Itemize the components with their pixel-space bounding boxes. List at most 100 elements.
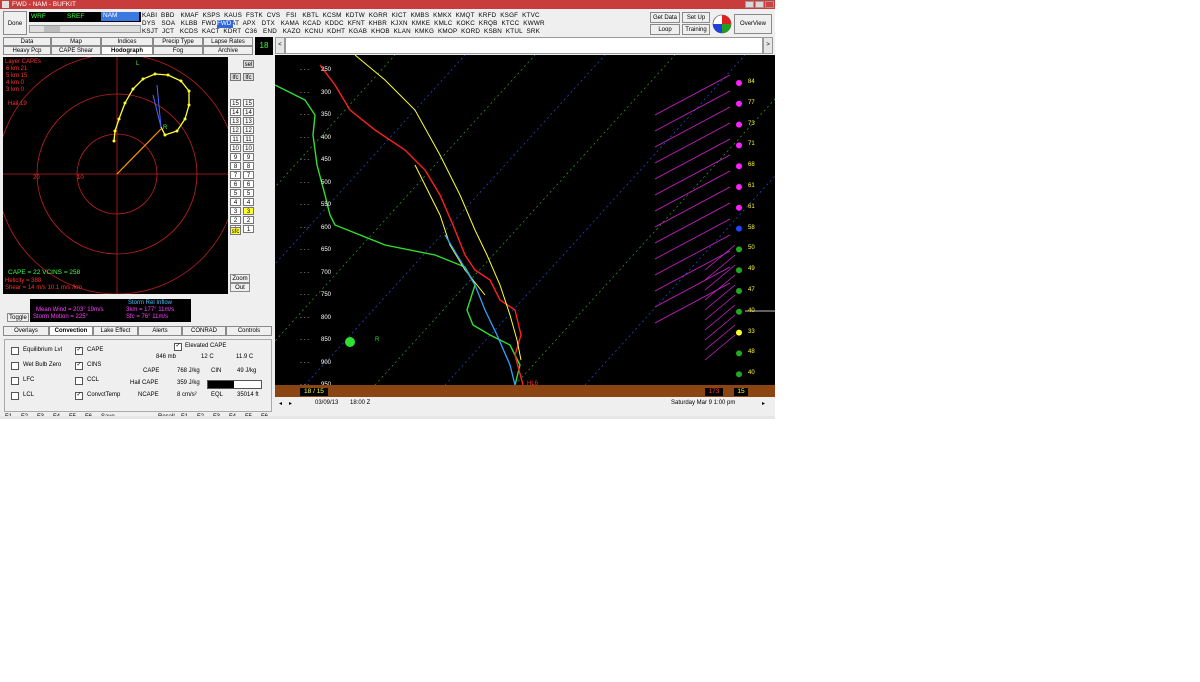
level-left-9[interactable]: 9 <box>230 153 241 161</box>
level-left-15[interactable]: 15 <box>230 99 241 107</box>
level-right-5[interactable]: 5 <box>243 189 254 197</box>
model-scrollbar[interactable] <box>29 25 141 33</box>
level-right-9[interactable]: 9 <box>243 153 254 161</box>
level-right-6[interactable]: 6 <box>243 180 254 188</box>
tab-indices[interactable]: Indices <box>101 37 153 46</box>
convct-temp-checkbox[interactable]: ✓ <box>75 392 83 400</box>
cins-checkbox[interactable]: ✓ <box>75 362 83 370</box>
cape-dot <box>736 100 742 107</box>
tab-alerts[interactable]: Alerts <box>138 326 182 336</box>
pressure-label: 450 <box>321 157 332 163</box>
level-right-2[interactable]: 2 <box>243 216 254 224</box>
ccl-label: CCL <box>87 377 100 383</box>
cape-checkbox[interactable]: ✓ <box>75 347 83 355</box>
tab-lake-effect[interactable]: Lake Effect <box>93 326 138 336</box>
level-sfc[interactable]: sfc <box>230 227 241 235</box>
level-right-14[interactable]: 14 <box>243 108 254 116</box>
level-left-6[interactable]: 6 <box>230 180 241 188</box>
step-forward-icon[interactable]: ▸ <box>289 400 292 407</box>
model-wrf[interactable]: WRF <box>31 13 46 20</box>
pressure-label: 500 <box>321 179 332 186</box>
lcl-checkbox[interactable] <box>11 392 19 400</box>
level-right-4[interactable]: 4 <box>243 198 254 206</box>
get-data-button[interactable]: Get Data <box>650 12 680 23</box>
level-left-11[interactable]: 11 <box>230 135 241 143</box>
level-right-7[interactable]: 7 <box>243 171 254 179</box>
time-scrollbar[interactable] <box>285 37 763 54</box>
setup-button[interactable]: Set Up <box>682 12 710 23</box>
loop-button[interactable]: Loop <box>650 24 680 35</box>
time-scroll-left-icon[interactable]: < <box>275 37 285 54</box>
level-left-13[interactable]: 13 <box>230 117 241 125</box>
zoom-out-button[interactable]: Out <box>230 283 250 292</box>
level-right-11[interactable]: 11 <box>243 135 254 143</box>
level-right-13[interactable]: 13 <box>243 117 254 125</box>
equilibrium-lvl-checkbox[interactable] <box>11 347 19 355</box>
tab-conrad[interactable]: CONRAD <box>182 326 226 336</box>
level-left-8[interactable]: 8 <box>230 162 241 170</box>
tab-overlays[interactable]: Overlays <box>3 326 49 336</box>
lfc-checkbox[interactable] <box>11 377 19 385</box>
selected-station[interactable]: FWD <box>217 20 233 28</box>
scroll-right-icon[interactable]: ▸ <box>762 400 765 407</box>
level-right-3[interactable]: 3 <box>243 207 254 215</box>
station-row-3[interactable]: KSJT JCT KCDS KACT KDRT C36 END KAZO KCN… <box>142 28 540 36</box>
sel-button[interactable]: sel <box>243 60 254 68</box>
tab-data[interactable]: Data <box>3 37 51 46</box>
minimize-button[interactable] <box>745 1 754 8</box>
level-right-8[interactable]: 8 <box>243 162 254 170</box>
scrollbar-thumb[interactable] <box>44 26 60 32</box>
hail-cape-bar <box>207 380 262 389</box>
tab-archive[interactable]: Archive <box>203 46 253 55</box>
tab-lapse-rates[interactable]: Lapse Rates <box>203 37 253 46</box>
model-sref[interactable]: SREF <box>67 13 84 20</box>
wet-bulb-zero-checkbox[interactable] <box>11 362 19 370</box>
level-left-14[interactable]: 14 <box>230 108 241 116</box>
level-left-12[interactable]: 12 <box>230 126 241 134</box>
window-title: FWD - NAM - BUFKIT <box>12 1 76 8</box>
cape-column-value: 84 <box>748 79 755 85</box>
done-button[interactable]: Done <box>3 11 27 35</box>
level-left-7[interactable]: 7 <box>230 171 241 179</box>
tab-map[interactable]: Map <box>51 37 101 46</box>
pressure-tick: - - - <box>300 112 310 118</box>
level-left-2[interactable]: 2 <box>230 216 241 224</box>
shear: Shear = 14 m/s 10.1 m/s /km <box>5 285 82 291</box>
tab-fog[interactable]: Fog <box>153 46 203 55</box>
tab-cape-shear[interactable]: CAPE Shear <box>51 46 101 55</box>
model-nam[interactable]: NAM <box>101 12 139 21</box>
level-left-10[interactable]: 10 <box>230 144 241 152</box>
close-button[interactable] <box>765 1 774 8</box>
level-right-10[interactable]: 10 <box>243 144 254 152</box>
overview-button[interactable]: OverView <box>734 14 772 34</box>
eql-stat-label: EQL <box>211 392 224 398</box>
pressure-tick: - - - <box>300 179 310 186</box>
level-left-3[interactable]: 3 <box>230 207 241 215</box>
maximize-button[interactable] <box>755 1 764 8</box>
level-left-5[interactable]: 5 <box>230 189 241 197</box>
parcel-line <box>354 55 522 361</box>
cape-column-value: 61 <box>748 183 755 189</box>
hodograph-panel[interactable]: Layer CAPEs 6 km 21 5 km 15 4 km 0 3 km … <box>3 57 228 294</box>
tab-convection[interactable]: Convection <box>49 326 93 336</box>
level-right-1[interactable]: 1 <box>243 225 254 233</box>
station-row-2[interactable]: DYS SOA KLBB FWD KSAT APX DTX KAMA KCAD … <box>142 20 545 28</box>
time-scroll-right-icon[interactable]: > <box>763 37 773 54</box>
step-back-icon[interactable]: ◂ <box>279 400 282 407</box>
elevated-cape-checkbox[interactable]: ✓ <box>174 343 182 351</box>
tab-precip-type[interactable]: Precip Type <box>153 37 203 46</box>
ccl-checkbox[interactable] <box>75 377 83 385</box>
tab-hodograph[interactable]: Hodograph <box>101 46 153 55</box>
level-left-4[interactable]: 4 <box>230 198 241 206</box>
tab-heavy-pcp[interactable]: Heavy Pcp <box>3 46 51 55</box>
skewt-panel[interactable]: 250 - - - 300 - - - 350 - - - 400 - - - 450 - - -… <box>275 55 775 412</box>
level-right-15[interactable]: 15 <box>243 99 254 107</box>
station-row-1[interactable]: KABI BBD KMAF KSPS KAUS FSTK CVS FSI KBT… <box>142 12 540 20</box>
level-right-12[interactable]: 12 <box>243 126 254 134</box>
zoom-button[interactable]: Zoom <box>230 274 250 283</box>
lfc-button-2[interactable]: lfc <box>243 73 254 81</box>
training-button[interactable]: Training <box>682 24 710 35</box>
lfc-button-1[interactable]: lfc <box>230 73 241 81</box>
toggle-button[interactable]: Toggle <box>7 313 29 322</box>
tab-controls[interactable]: Controls <box>226 326 272 336</box>
